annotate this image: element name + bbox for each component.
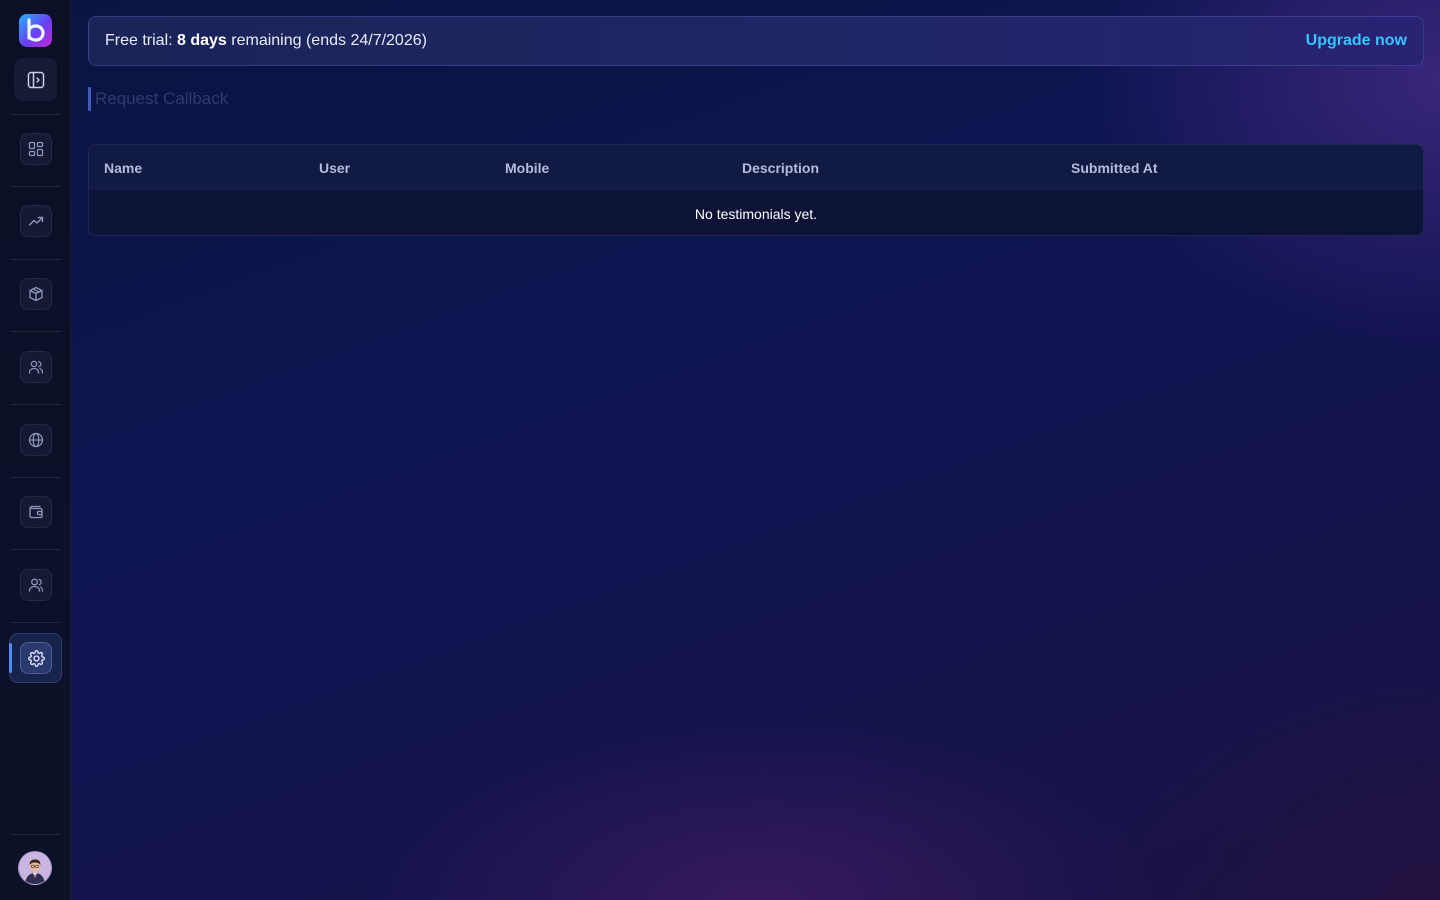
sidebar-item-dashboard[interactable] (20, 133, 52, 165)
upgrade-now-link[interactable]: Upgrade now (1306, 32, 1407, 50)
column-header-submitted-at[interactable]: Submitted At (1071, 145, 1158, 191)
sidebar-item-website[interactable] (20, 424, 52, 456)
nav-divider (10, 331, 61, 332)
sidebar-active-indicator (9, 643, 12, 673)
trial-status-text: Free trial: 8 days remaining (ends 24/7/… (105, 32, 427, 50)
sidebar-item-settings[interactable] (20, 642, 52, 674)
user-avatar[interactable] (18, 851, 52, 885)
dashboard-grid-icon (28, 141, 44, 157)
settings-gear-icon (27, 649, 45, 667)
page-title: Request Callback (95, 89, 229, 108)
nav-divider (10, 186, 61, 187)
column-header-description[interactable]: Description (742, 145, 819, 191)
column-header-user[interactable]: User (319, 145, 350, 191)
globe-icon (28, 432, 44, 448)
nav-divider (10, 477, 61, 478)
nav-divider (10, 834, 61, 835)
column-header-mobile[interactable]: Mobile (505, 145, 549, 191)
brand-logo-icon (26, 17, 45, 42)
sidebar-item-analytics[interactable] (20, 205, 52, 237)
sidebar-panel-icon (27, 71, 44, 88)
trial-prefix: Free trial: (105, 32, 178, 49)
nav-divider (10, 404, 61, 405)
team-icon (28, 578, 44, 592)
nav-divider (10, 259, 61, 260)
wallet-icon (29, 505, 43, 519)
users-icon (28, 360, 44, 374)
table-header-row: Name User Mobile Description Submitted A… (89, 145, 1423, 191)
sidebar-item-team[interactable] (20, 569, 52, 601)
trending-up-icon (28, 216, 44, 226)
sidebar-item-products[interactable] (20, 278, 52, 310)
callback-table: Name User Mobile Description Submitted A… (88, 144, 1424, 236)
trial-suffix: remaining (ends 24/7/2026) (226, 32, 427, 49)
sidebar-item-wallet[interactable] (20, 496, 52, 528)
nav-divider (10, 622, 61, 623)
sidebar (0, 0, 71, 900)
trial-banner: Free trial: 8 days remaining (ends 24/7/… (88, 16, 1424, 66)
trial-days: 8 days (177, 32, 227, 49)
nav-divider (10, 114, 61, 115)
app-logo[interactable] (19, 14, 52, 47)
sidebar-toggle-button[interactable] (14, 58, 57, 101)
page-title-accent (88, 87, 91, 111)
column-header-name[interactable]: Name (104, 145, 142, 191)
nav-divider (10, 549, 61, 550)
package-box-icon (29, 286, 43, 302)
table-empty-message: No testimonials yet. (694, 205, 818, 222)
sidebar-item-users[interactable] (20, 351, 52, 383)
avatar-icon (19, 852, 51, 884)
